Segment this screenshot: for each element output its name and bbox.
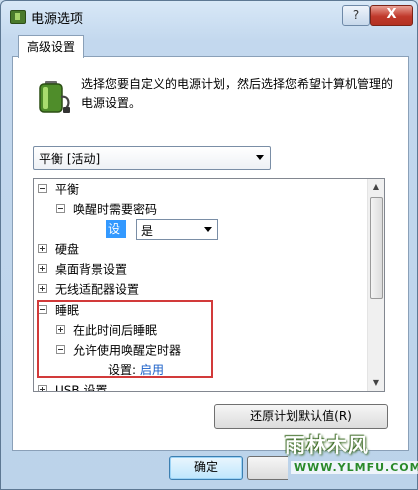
expand-icon[interactable] [38,264,47,273]
battery-power-icon [39,81,70,113]
tree-item-label: USB 设置 [55,383,108,392]
vertical-scrollbar[interactable]: ▲ ▼ [367,179,384,391]
chevron-down-icon [256,155,264,160]
expand-icon[interactable] [56,325,65,334]
advanced-settings-panel: 选择您要自定义的电源计划，然后选择您希望计算机管理的电源设置。 平衡 [活动] … [12,56,409,451]
power-options-dialog: 电源选项 ? X 高级设置 选择您要自定义的电源计划，然后选择您希望计算机管理的… [0,0,418,490]
watermark-logo: 雨林木风 WWW.YLMFU.COM [285,421,418,487]
wake-timer-setting-row[interactable]: 设置: 启用 [108,361,164,379]
window-title: 电源选项 [31,12,84,27]
collapse-icon[interactable] [38,305,47,314]
tree-item-label: 睡眠 [55,303,80,318]
power-options-icon [10,10,26,24]
expand-icon[interactable] [38,244,47,253]
tab-advanced-settings[interactable]: 高级设置 [18,35,85,58]
tree-item-sleep[interactable]: 睡眠 [38,301,79,319]
settings-tree[interactable]: 平衡 唤醒时需要密码 设置: 是 硬盘 桌面背景设置 无线适配器设置 睡眠 在此… [33,178,385,392]
watermark-text: 雨林木风 [285,433,369,457]
tree-item-label: 硬盘 [55,242,80,257]
tree-item-label: 唤醒时需要密码 [73,202,158,217]
cancel-button[interactable] [247,456,288,480]
scroll-up-arrow-icon[interactable]: ▲ [368,179,384,195]
scrollbar-thumb[interactable] [370,197,383,299]
tree-item-label: 在此时间后睡眠 [73,323,158,338]
watermark-url: WWW.YLMFU.COM [291,461,418,474]
tree-item-wireless-adapter[interactable]: 无线适配器设置 [38,280,139,298]
instruction-text: 选择您要自定义的电源计划，然后选择您希望计算机管理的电源设置。 [81,77,394,110]
tree-item-sleep-after[interactable]: 在此时间后睡眠 [56,321,157,339]
tree-item-wake-timers[interactable]: 允许使用唤醒定时器 [56,341,181,359]
power-plan-dropdown[interactable]: 平衡 [活动] [33,146,271,170]
collapse-icon[interactable] [38,184,47,193]
tree-item-label: 无线适配器设置 [55,282,140,297]
tree-item-balanced[interactable]: 平衡 [38,180,79,198]
power-plan-selected: 平衡 [活动] [39,152,101,166]
close-button[interactable]: X [370,5,413,26]
tree-item-label: 平衡 [55,182,80,197]
tree-item-desktop-background[interactable]: 桌面背景设置 [38,260,127,278]
tree-item-label: 允许使用唤醒定时器 [73,343,182,358]
expand-icon[interactable] [38,284,47,293]
title-bar[interactable]: 电源选项 ? X [1,1,417,31]
tree-item-hard-disk[interactable]: 硬盘 [38,240,79,258]
expand-icon[interactable] [38,385,47,391]
tree-item-require-password[interactable]: 唤醒时需要密码 [56,200,157,218]
help-button[interactable]: ? [342,5,370,26]
collapse-icon[interactable] [56,345,65,354]
chevron-down-icon [204,227,212,232]
setting-label-selected: 设置: [106,220,127,254]
scroll-down-arrow-icon[interactable]: ▼ [368,375,384,391]
ok-button[interactable]: 确定 [169,456,243,480]
password-setting-value: 是 [141,224,154,238]
password-setting-select[interactable]: 是 [136,219,218,240]
tree-item-usb-settings[interactable]: USB 设置 [38,381,108,392]
wake-timer-setting-value[interactable]: 启用 [140,363,164,377]
collapse-icon[interactable] [56,204,65,213]
tree-item-label: 桌面背景设置 [55,262,128,277]
setting-label: 设置: [108,363,137,377]
